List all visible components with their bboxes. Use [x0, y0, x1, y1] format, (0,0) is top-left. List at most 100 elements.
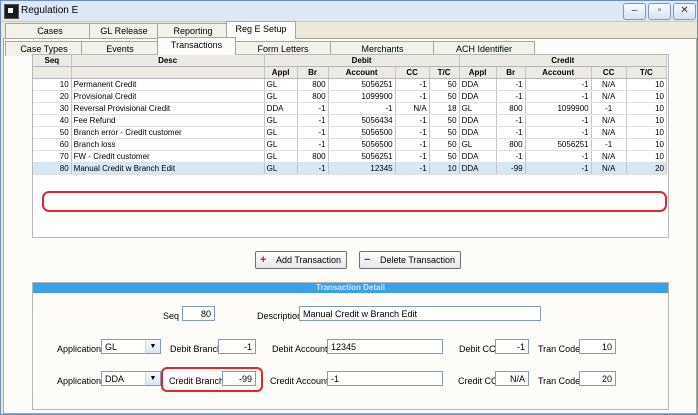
- table-row[interactable]: 30 Reversal Provisional Credit DDA -1 -1 N/A 1…: [33, 102, 668, 115]
- cell-desc[interactable]: Reversal Provisional Credit: [71, 102, 265, 115]
- cell-debit-tc[interactable]: 50: [429, 126, 460, 139]
- cell-credit-cc[interactable]: N/A: [591, 114, 627, 127]
- column-header-debit-appl[interactable]: Appl: [264, 66, 298, 79]
- table-row[interactable]: 50 Branch error - Credit customer GL -1 5056…: [33, 126, 668, 139]
- cell-credit-appl[interactable]: DDA: [459, 162, 497, 175]
- cell-seq[interactable]: 20: [33, 90, 72, 103]
- cell-debit-tc[interactable]: 50: [429, 78, 460, 91]
- cell-debit-cc[interactable]: -1: [395, 162, 430, 175]
- cell-credit-appl[interactable]: GL: [459, 138, 497, 151]
- cell-seq[interactable]: 80: [33, 162, 72, 175]
- debit-tran-code-field[interactable]: 10: [579, 339, 616, 354]
- cell-credit-account[interactable]: 5056251: [525, 138, 592, 151]
- cell-credit-tc[interactable]: 10: [626, 102, 668, 115]
- table-row[interactable]: 70 FW - Credit customer GL 800 5056251 -1 50 DD…: [33, 150, 668, 163]
- cell-credit-br[interactable]: 800: [496, 102, 526, 115]
- cell-credit-account[interactable]: 1099900: [525, 102, 592, 115]
- cell-credit-br[interactable]: -1: [496, 114, 526, 127]
- table-row[interactable]: 40 Fee Refund GL -1 5056434 -1 50 DDA -1 -1 N/A 10: [33, 114, 668, 127]
- cell-debit-tc[interactable]: 50: [429, 90, 460, 103]
- table-row[interactable]: 60 Branch loss GL -1 5056500 -1 50 GL 800 5056251…: [33, 138, 668, 151]
- cell-desc[interactable]: Fee Refund: [71, 114, 265, 127]
- column-header-seq[interactable]: Seq: [33, 55, 72, 67]
- cell-credit-tc[interactable]: 10: [626, 150, 668, 163]
- cell-desc[interactable]: Provisional Credit: [71, 90, 265, 103]
- column-header-debit-br[interactable]: Br: [297, 66, 329, 79]
- cell-debit-tc[interactable]: 10: [429, 162, 460, 175]
- cell-debit-br[interactable]: -1: [297, 114, 329, 127]
- column-header-credit-appl[interactable]: Appl: [459, 66, 497, 79]
- column-header-debit-tc[interactable]: T/C: [429, 66, 460, 79]
- cell-debit-appl[interactable]: GL: [264, 126, 298, 139]
- cell-debit-appl[interactable]: GL: [264, 150, 298, 163]
- cell-credit-tc[interactable]: 10: [626, 78, 668, 91]
- cell-seq[interactable]: 40: [33, 114, 72, 127]
- cell-seq[interactable]: 50: [33, 126, 72, 139]
- cell-credit-br[interactable]: -1: [496, 150, 526, 163]
- cell-debit-appl[interactable]: GL: [264, 162, 298, 175]
- cell-debit-account[interactable]: 12345: [328, 162, 396, 175]
- cell-credit-appl[interactable]: DDA: [459, 78, 497, 91]
- cell-credit-br[interactable]: -99: [496, 162, 526, 175]
- cell-debit-account[interactable]: 5056500: [328, 126, 396, 139]
- column-header-debit-account[interactable]: Account: [328, 66, 396, 79]
- cell-credit-br[interactable]: -1: [496, 126, 526, 139]
- tab-reg-e-setup[interactable]: Reg E Setup: [226, 21, 296, 39]
- cell-credit-cc[interactable]: -1: [591, 102, 627, 115]
- cell-debit-tc[interactable]: 50: [429, 114, 460, 127]
- cell-debit-br[interactable]: 800: [297, 90, 329, 103]
- cell-desc[interactable]: FW - Credit customer: [71, 150, 265, 163]
- column-header-credit-br[interactable]: Br: [496, 66, 526, 79]
- table-row[interactable]: 20 Provisional Credit GL 800 1099900 -1 50 DDA -…: [33, 90, 668, 103]
- maximize-button[interactable]: ▫: [648, 3, 671, 20]
- cell-credit-cc[interactable]: N/A: [591, 126, 627, 139]
- cell-debit-account[interactable]: 5056251: [328, 78, 396, 91]
- tab-transactions[interactable]: Transactions: [157, 37, 236, 55]
- cell-debit-appl[interactable]: DDA: [264, 102, 298, 115]
- cell-credit-cc[interactable]: N/A: [591, 90, 627, 103]
- debit-account-field[interactable]: 12345: [327, 339, 443, 354]
- delete-transaction-button[interactable]: − Delete Transaction: [359, 251, 462, 269]
- cell-desc[interactable]: Manual Credit w Branch Edit: [71, 162, 265, 175]
- cell-credit-br[interactable]: -1: [496, 78, 526, 91]
- cell-debit-br[interactable]: -1: [297, 126, 329, 139]
- cell-credit-cc[interactable]: N/A: [591, 78, 627, 91]
- cell-debit-br[interactable]: -1: [297, 138, 329, 151]
- cell-credit-account[interactable]: -1: [525, 114, 592, 127]
- cell-debit-account[interactable]: -1: [328, 102, 396, 115]
- cell-desc[interactable]: Branch error - Credit customer: [71, 126, 265, 139]
- cell-credit-tc[interactable]: 10: [626, 126, 668, 139]
- minimize-button[interactable]: ‒: [623, 3, 646, 20]
- cell-debit-tc[interactable]: 50: [429, 150, 460, 163]
- cell-credit-cc[interactable]: N/A: [591, 150, 627, 163]
- seq-field[interactable]: 80: [182, 306, 215, 321]
- column-header-credit-cc[interactable]: CC: [591, 66, 627, 79]
- cell-credit-tc[interactable]: 10: [626, 138, 668, 151]
- cell-seq[interactable]: 30: [33, 102, 72, 115]
- credit-cc-field[interactable]: N/A: [495, 371, 529, 386]
- debit-branch-field[interactable]: -1: [218, 339, 256, 354]
- cell-seq[interactable]: 60: [33, 138, 72, 151]
- debit-cc-field[interactable]: -1: [495, 339, 529, 354]
- cell-credit-account[interactable]: -1: [525, 162, 592, 175]
- cell-debit-tc[interactable]: 50: [429, 138, 460, 151]
- cell-credit-account[interactable]: -1: [525, 90, 592, 103]
- cell-desc[interactable]: Branch loss: [71, 138, 265, 151]
- cell-debit-cc[interactable]: -1: [395, 138, 430, 151]
- cell-credit-appl[interactable]: DDA: [459, 114, 497, 127]
- cell-seq[interactable]: 10: [33, 78, 72, 91]
- cell-credit-account[interactable]: -1: [525, 126, 592, 139]
- credit-tran-code-field[interactable]: 20: [579, 371, 616, 386]
- cell-credit-appl[interactable]: DDA: [459, 90, 497, 103]
- tab-cases[interactable]: Cases: [5, 23, 95, 38]
- cell-credit-br[interactable]: -1: [496, 90, 526, 103]
- cell-desc[interactable]: Permanent Credit: [71, 78, 265, 91]
- cell-debit-account[interactable]: 5056251: [328, 150, 396, 163]
- cell-credit-cc[interactable]: N/A: [591, 162, 627, 175]
- cell-credit-appl[interactable]: DDA: [459, 126, 497, 139]
- cell-debit-br[interactable]: -1: [297, 162, 329, 175]
- cell-credit-cc[interactable]: -1: [591, 138, 627, 151]
- cell-debit-cc[interactable]: -1: [395, 90, 430, 103]
- column-header-debit-cc[interactable]: CC: [395, 66, 430, 79]
- chevron-down-icon[interactable]: ▼: [145, 340, 160, 353]
